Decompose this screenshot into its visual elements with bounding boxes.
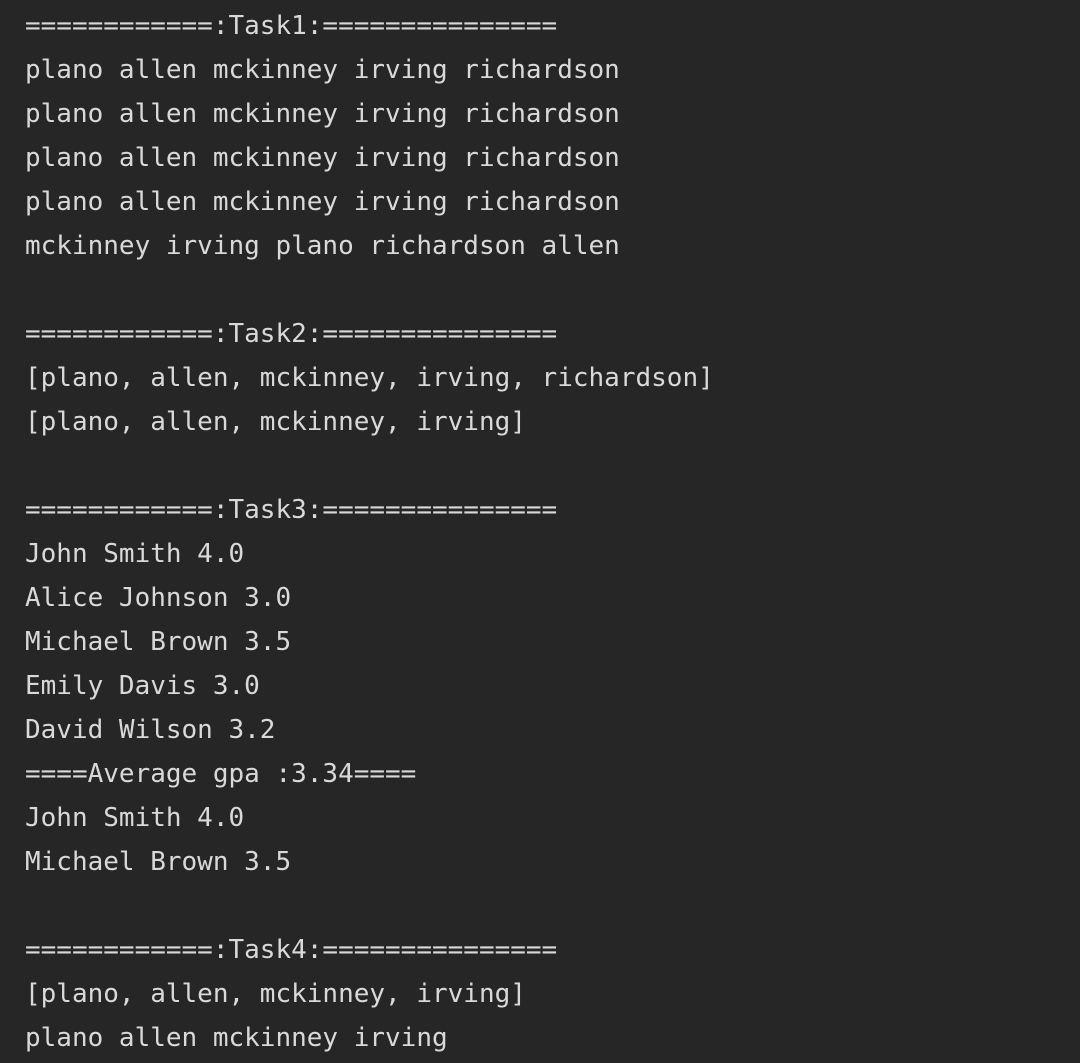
- task4-header: ============:Task4:===============: [25, 935, 558, 965]
- average-gpa-line: ====Average gpa :3.34====: [25, 759, 417, 789]
- output-line: Emily Davis 3.0: [25, 671, 260, 701]
- output-line: [plano, allen, mckinney, irving]: [25, 979, 526, 1009]
- output-line: plano allen mckinney irving: [25, 1023, 448, 1053]
- output-line: John Smith 4.0: [25, 803, 245, 833]
- output-line: plano allen mckinney irving richardson: [25, 143, 620, 173]
- output-line: Alice Johnson 3.0: [25, 583, 292, 613]
- task3-header: ============:Task3:===============: [25, 495, 558, 525]
- output-line: David Wilson 3.2: [25, 715, 276, 745]
- output-line: plano allen mckinney irving richardson: [25, 55, 620, 85]
- output-line: mckinney irving plano richardson allen: [25, 231, 620, 261]
- task1-header: ============:Task1:===============: [25, 11, 558, 41]
- output-line: [plano, allen, mckinney, irving, richard…: [25, 363, 714, 393]
- console-output[interactable]: ============:Task1:=============== plano…: [0, 0, 1080, 1063]
- output-line: Michael Brown 3.5: [25, 847, 292, 877]
- output-line: Michael Brown 3.5: [25, 627, 292, 657]
- output-line: plano allen mckinney irving richardson: [25, 187, 620, 217]
- output-line: [plano, allen, mckinney, irving]: [25, 407, 526, 437]
- output-line: John Smith 4.0: [25, 539, 245, 569]
- task2-header: ============:Task2:===============: [25, 319, 558, 349]
- output-line: plano allen mckinney irving richardson: [25, 99, 620, 129]
